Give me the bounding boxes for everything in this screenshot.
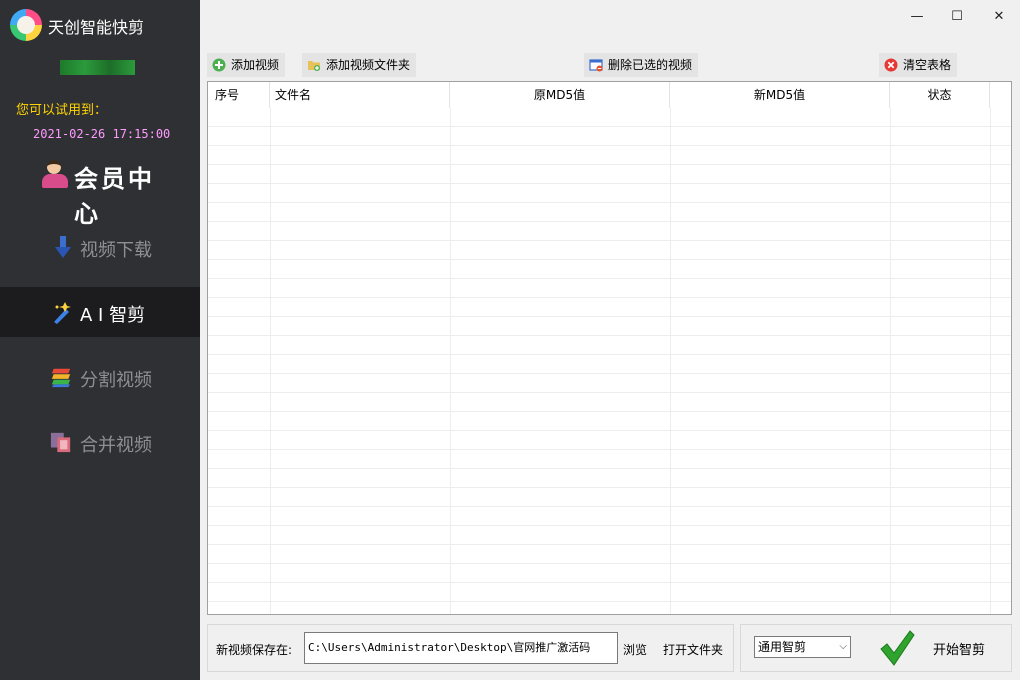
grid-row-line xyxy=(208,506,1011,507)
grid-row-line xyxy=(208,354,1011,355)
member-center-button[interactable]: 会员中心 xyxy=(40,158,180,228)
clear-table-button[interactable]: 清空表格 xyxy=(879,53,958,77)
column-header-index[interactable]: 序号 xyxy=(208,82,270,108)
grid-row-line xyxy=(208,240,1011,241)
download-arrow-icon xyxy=(55,236,71,258)
nav-item-split-video[interactable]: 分割视频 xyxy=(0,352,200,402)
grid-row-line xyxy=(208,449,1011,450)
grid-row-line xyxy=(208,164,1011,165)
close-button[interactable]: ✕ xyxy=(985,6,1013,28)
grid-row-line xyxy=(208,411,1011,412)
clear-table-label: 清空表格 xyxy=(903,58,952,72)
sidebar: 天创智能快剪 您可以试用到： 2021-02-26 17:15:00 会员中心 … xyxy=(0,0,200,680)
grid-row-line xyxy=(208,430,1011,431)
nav-item-ai-cut[interactable]: A I 智剪 xyxy=(0,287,200,337)
grid-row-line xyxy=(208,316,1011,317)
add-folder-icon xyxy=(308,61,320,71)
browse-button[interactable]: 浏览 xyxy=(623,641,647,658)
add-icon xyxy=(212,58,226,72)
maximize-button[interactable]: ☐ xyxy=(943,6,971,28)
grid-row-line xyxy=(208,145,1011,146)
nav-item-video-download[interactable]: 视频下载 xyxy=(0,222,200,272)
grid-row-line xyxy=(208,601,1011,602)
add-video-label: 添加视频 xyxy=(231,58,280,72)
run-panel: 通用智剪 ⌵ 开始智剪 xyxy=(740,624,1012,672)
member-avatar-icon xyxy=(42,160,68,188)
grid-row-line xyxy=(208,468,1011,469)
add-folder-label: 添加视频文件夹 xyxy=(326,58,411,72)
grid-row-line xyxy=(208,563,1011,564)
save-location-label: 新视频保存在: xyxy=(216,643,293,657)
delete-video-icon xyxy=(589,59,603,72)
table-header: 序号 文件名 原MD5值 新MD5值 状态 xyxy=(208,82,1011,108)
video-table[interactable]: 序号 文件名 原MD5值 新MD5值 状态 xyxy=(207,81,1012,615)
grid-row-line xyxy=(208,525,1011,526)
member-center-label: 会员中心 xyxy=(74,164,155,228)
app-logo-icon xyxy=(10,9,42,41)
delete-selected-label: 删除已选的视频 xyxy=(608,58,693,72)
add-folder-button[interactable]: 添加视频文件夹 xyxy=(302,53,417,77)
user-name-masked xyxy=(60,60,135,75)
nav-item-label: 分割视频 xyxy=(80,370,152,391)
grid-row-line xyxy=(208,392,1011,393)
grid-row-line xyxy=(208,487,1011,488)
grid-row-line xyxy=(208,221,1011,222)
grid-row-line xyxy=(208,544,1011,545)
grid-row-line xyxy=(208,373,1011,374)
trial-expiry-date: 2021-02-26 17:15:00 xyxy=(33,127,171,141)
start-cut-button[interactable]: 开始智剪 xyxy=(933,639,985,658)
save-location-panel: 新视频保存在: C:\Users\Administrator\Desktop\官… xyxy=(207,624,734,672)
nav-item-merge-video[interactable]: 合并视频 xyxy=(0,417,200,467)
grid-row-line xyxy=(208,183,1011,184)
clear-icon xyxy=(884,58,898,72)
trial-label: 您可以试用到： xyxy=(16,103,108,118)
merge-frames-icon xyxy=(50,432,71,453)
delete-selected-button[interactable]: 删除已选的视频 xyxy=(584,53,699,77)
open-folder-button[interactable]: 打开文件夹 xyxy=(663,641,723,658)
column-header-new-md5[interactable]: 新MD5值 xyxy=(670,82,890,108)
grid-row-line xyxy=(208,202,1011,203)
chevron-down-icon: ⌵ xyxy=(839,641,847,652)
nav-item-label: 合并视频 xyxy=(80,435,152,456)
column-header-filename[interactable]: 文件名 xyxy=(270,82,450,108)
save-path-input[interactable]: C:\Users\Administrator\Desktop\官网推广激活码 xyxy=(304,632,618,664)
checkmark-icon[interactable] xyxy=(879,629,915,667)
app-title: 天创智能快剪 xyxy=(48,18,145,37)
column-header-original-md5[interactable]: 原MD5值 xyxy=(450,82,670,108)
grid-row-line xyxy=(208,297,1011,298)
minimize-button[interactable]: — xyxy=(903,6,931,28)
magic-wand-icon xyxy=(54,302,71,324)
grid-row-line xyxy=(208,278,1011,279)
grid-row-line xyxy=(208,335,1011,336)
grid-row-line xyxy=(208,259,1011,260)
add-video-button[interactable]: 添加视频 xyxy=(207,53,286,77)
grid-row-line xyxy=(208,582,1011,583)
cut-mode-value: 通用智剪 xyxy=(758,640,807,654)
grid-row-line xyxy=(208,126,1011,127)
nav-item-label: A I 智剪 xyxy=(80,305,146,326)
column-header-status[interactable]: 状态 xyxy=(890,82,990,108)
split-layers-icon xyxy=(51,368,71,388)
cut-mode-select[interactable]: 通用智剪 ⌵ xyxy=(754,636,851,658)
nav-item-label: 视频下载 xyxy=(80,240,152,261)
